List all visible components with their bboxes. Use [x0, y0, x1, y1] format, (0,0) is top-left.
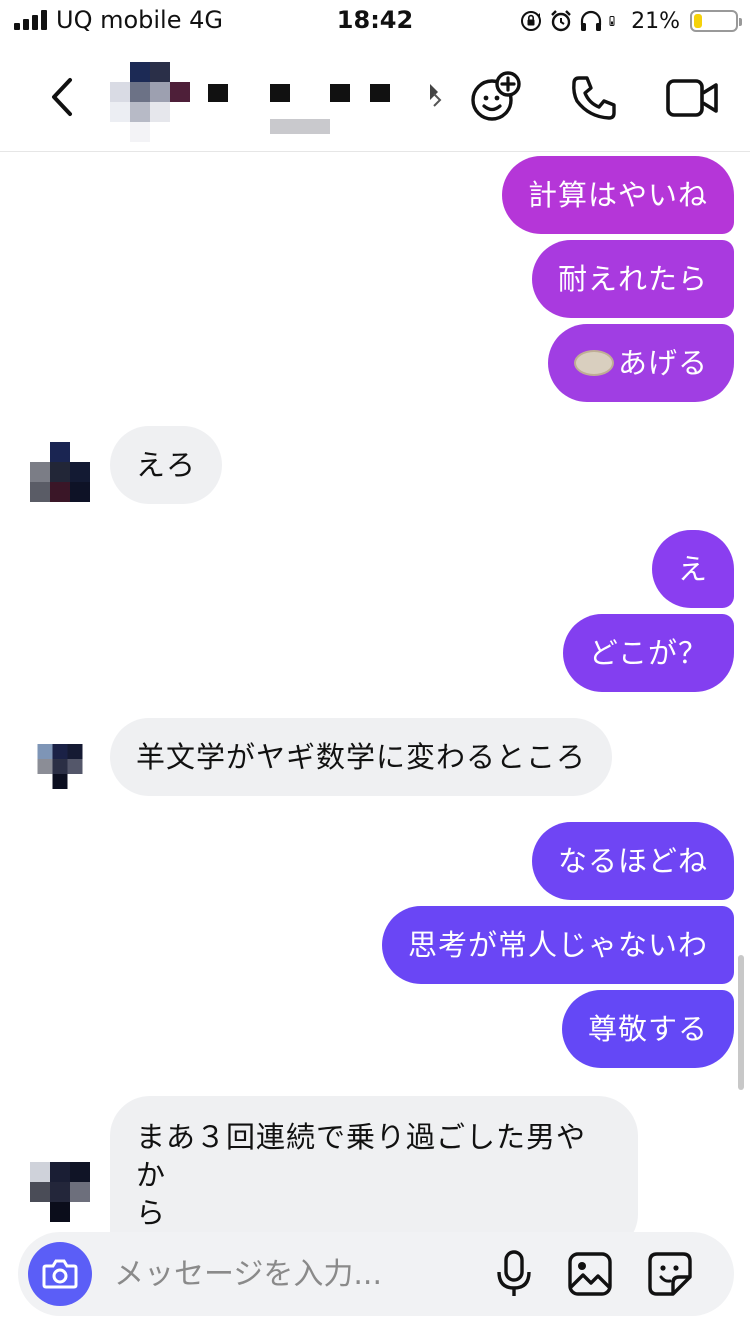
battery-cap — [739, 18, 742, 26]
message-text: あげる — [617, 346, 708, 380]
message-text: 計算はやいね — [527, 178, 708, 212]
contact-avatar[interactable] — [110, 62, 190, 142]
back-chevron-icon[interactable] — [40, 74, 86, 120]
sticker-button[interactable] — [644, 1248, 696, 1300]
message-input[interactable] — [114, 1246, 494, 1302]
message-text: なるほどね — [557, 844, 708, 878]
message-bubble-sent[interactable]: あげる — [547, 324, 734, 402]
message-bubble-sent[interactable]: どこが？ — [562, 614, 734, 692]
message-text: 耐えれたら — [557, 262, 708, 296]
microphone-icon — [497, 1250, 531, 1296]
message-bubble-sent[interactable]: 思考が常人じゃないわ — [381, 906, 734, 984]
camera-icon — [42, 1259, 78, 1289]
sender-avatar[interactable] — [30, 442, 90, 502]
effects-icon — [471, 71, 521, 121]
sticker-icon — [648, 1252, 692, 1296]
scrollbar[interactable] — [738, 955, 744, 1090]
message-bubble-sent[interactable]: なるほどね — [531, 822, 734, 900]
message-bubble-sent[interactable]: 尊敬する — [561, 990, 734, 1068]
message-bubble-received[interactable]: 羊文学がヤギ数学に変わるところ — [110, 718, 613, 796]
message-text: 羊文学がヤギ数学に変わるところ — [136, 740, 587, 774]
message-composer — [18, 1232, 734, 1316]
message-text: どこが？ — [588, 636, 708, 670]
bread-emoji-icon — [573, 350, 614, 376]
microphone-button[interactable] — [488, 1248, 540, 1300]
headphones-icon — [580, 10, 602, 31]
phone-icon — [572, 76, 616, 120]
header-actions — [466, 68, 722, 128]
message-text: え — [677, 552, 708, 586]
message-text: 尊敬する — [587, 1012, 708, 1046]
battery-level — [694, 14, 703, 28]
message-bubble-sent[interactable]: 計算はやいね — [501, 156, 734, 234]
battery-percent: 21% — [631, 8, 680, 34]
status-icons: 21% — [519, 6, 742, 36]
screen-rotation-lock-icon — [521, 11, 542, 31]
video-camera-icon — [666, 79, 718, 117]
sender-avatar[interactable] — [30, 1162, 90, 1222]
message-text-line2: ら — [136, 1196, 167, 1230]
message-text: えろ — [136, 448, 197, 482]
message-bubble-sent[interactable]: 耐えれたら — [531, 240, 734, 318]
video-call-button[interactable] — [662, 68, 722, 128]
battery-icon — [690, 10, 742, 32]
gallery-button[interactable] — [564, 1248, 616, 1300]
message-text: 思考が常人じゃないわ — [407, 928, 708, 962]
effects-button[interactable] — [466, 68, 526, 128]
status-bar: UQ mobile 4G 18:42 21% — [0, 0, 750, 44]
camera-button[interactable] — [28, 1242, 92, 1306]
message-list[interactable]: 計算はやいね 耐えれたら あげる えろ え どこが？ 羊文学がヤギ数学に変わると… — [0, 152, 750, 1254]
battery-charge-small-icon — [609, 16, 615, 26]
alarm-icon — [551, 10, 571, 32]
message-text: まあ３回連続で乗り過ごした男やか — [136, 1120, 587, 1192]
sender-avatar[interactable] — [30, 744, 90, 804]
message-bubble-received[interactable]: まあ３回連続で乗り過ごした男やか ら — [110, 1096, 638, 1254]
chat-header — [0, 44, 750, 152]
contact-name[interactable] — [208, 64, 448, 134]
voice-call-button[interactable] — [564, 68, 624, 128]
message-bubble-received[interactable]: えろ — [110, 426, 223, 504]
message-bubble-sent[interactable]: え — [651, 530, 734, 608]
image-icon — [568, 1252, 612, 1296]
